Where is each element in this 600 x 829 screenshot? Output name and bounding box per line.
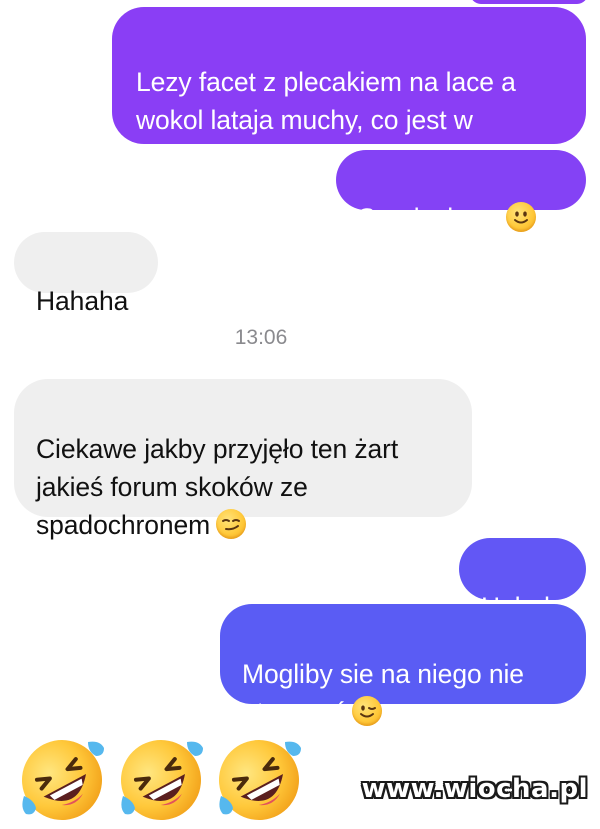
watermark: www.wiocha.pl [361,774,588,804]
rolling-on-floor-laughing-icon[interactable] [215,736,303,824]
outgoing-message-bubble[interactable]: Hahah [459,538,586,622]
timestamp-label: 13:06 [234,326,288,349]
message-text: Mogliby sie na niego nie otworzyć [242,659,524,727]
outgoing-message-bubble[interactable]: Mogliby sie na niego nie otworzyć [220,604,586,727]
slightly-smiling-face-icon [505,202,536,232]
winking-face-icon [351,696,382,726]
incoming-message-bubble[interactable]: Ciekawe jakby przyjęło ten żart jakieś f… [14,379,472,540]
outgoing-message-bubble[interactable]: Lezy facet z plecakiem na lace a wokol l… [112,7,586,173]
message-text: Spadochron [358,203,500,233]
rolling-on-floor-laughing-icon[interactable] [117,736,205,824]
incoming-message-bubble[interactable]: Hahaha [14,232,158,316]
rolling-on-floor-laughing-icon[interactable] [18,736,106,824]
smirking-face-icon [216,509,247,539]
outgoing-message-bubble[interactable]: Spadochron [336,150,586,233]
previous-message-bubble[interactable] [470,0,588,4]
chat-thread: Lezy facet z plecakiem na lace a wokol l… [0,0,600,820]
message-text: Hahaha [36,286,129,316]
